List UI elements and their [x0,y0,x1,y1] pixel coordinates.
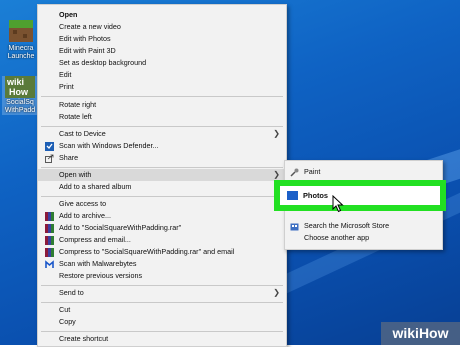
menu-item-edit-photos[interactable]: Edit with Photos [38,33,286,45]
winrar-books-icon [45,212,54,221]
menu-separator [41,302,283,303]
menu-item-add-shared-album[interactable]: Add to a shared album [38,181,286,193]
menu-item-create-video[interactable]: Create a new video [38,21,286,33]
menu-item-copy[interactable]: Copy [38,316,286,328]
submenu-item-label: Photos [303,191,329,200]
submenu-item-search-store[interactable]: Search the Microsoft Store [285,220,442,232]
menu-item-label: Cut [59,305,71,314]
malwarebytes-icon [45,260,54,268]
submenu-item-photos[interactable]: Photos [280,186,440,213]
menu-item-add-rar[interactable]: Add to "SocialSquareWithPadding.rar" [38,222,286,234]
menu-item-label: Add to archive... [59,211,111,220]
menu-item-label: Compress to "SocialSquareWithPadding.rar… [59,247,235,256]
menu-separator [41,196,283,197]
menu-item-label: Add to a shared album [59,182,132,191]
menu-item-share[interactable]: Share [38,152,286,164]
photos-app-icon [287,191,298,200]
microsoft-store-icon [290,222,299,231]
submenu-item-label: Paint [304,167,321,176]
context-menu: Open Create a new video Edit with Photos… [37,4,287,347]
watermark-text: wikiHow [392,325,449,341]
menu-item-create-shortcut[interactable]: Create shortcut [38,333,286,345]
menu-separator [41,331,283,332]
menu-item-label: Print [59,82,74,91]
socialsquare-label-line2: WithPadd [4,107,36,114]
menu-item-label: Edit with Photos [59,34,111,43]
socialsquare-label-line1: SocialSq [6,99,34,106]
minecraft-label-line2: Launche [7,53,35,60]
menu-item-label: Rotate left [59,112,92,121]
menu-item-open-with[interactable]: Open with ❯ [38,169,286,181]
winrar-books-icon [45,224,54,233]
wikihow-logo-text-2: How [9,87,28,97]
submenu-item-choose-app[interactable]: Choose another app [285,232,442,244]
wikihow-watermark: wikiHow [381,322,460,345]
menu-item-set-background[interactable]: Set as desktop background [38,57,286,69]
menu-item-cast-to-device[interactable]: Cast to Device ❯ [38,128,286,140]
mouse-cursor-icon [332,195,344,213]
menu-item-label: Copy [59,317,76,326]
menu-item-label: Open with [59,170,92,179]
menu-item-give-access[interactable]: Give access to ❯ [38,198,286,210]
menu-item-cut[interactable]: Cut [38,304,286,316]
menu-item-label: Add to "SocialSquareWithPadding.rar" [59,223,182,232]
menu-item-label: Edit with Paint 3D [59,46,116,55]
menu-item-label: Create shortcut [59,334,109,343]
menu-item-rotate-right[interactable]: Rotate right [38,99,286,111]
menu-separator [41,167,283,168]
winrar-books-icon [45,236,54,245]
menu-item-send-to[interactable]: Send to ❯ [38,287,286,299]
winrar-books-icon [45,248,54,257]
menu-item-edit-paint3d[interactable]: Edit with Paint 3D [38,45,286,57]
socialsquare-file-shortcut[interactable]: wiki How SocialSq WithPadd [2,76,38,115]
menu-item-rotate-left[interactable]: Rotate left [38,111,286,123]
menu-item-label: Send to [59,288,84,297]
menu-item-label: Restore previous versions [59,271,143,280]
menu-separator [41,126,283,127]
menu-item-label: Create a new video [59,22,121,31]
menu-item-label: Rotate right [59,100,97,109]
submenu-item-label: Search the Microsoft Store [304,221,390,230]
menu-item-print[interactable]: Print [38,81,286,93]
menu-separator [41,96,283,97]
wikihow-image-icon: wiki How [5,76,35,98]
menu-item-compress-email[interactable]: Compress and email... [38,234,286,246]
windows-defender-shield-icon [45,142,54,151]
menu-item-label: Open [59,10,78,19]
minecraft-label-line1: Minecra [8,45,34,52]
menu-item-label: Cast to Device [59,129,106,138]
menu-item-compress-rar-email[interactable]: Compress to "SocialSquareWithPadding.rar… [38,246,286,258]
menu-item-open[interactable]: Open [38,9,286,21]
minecraft-icon [7,18,35,44]
menu-item-label: Give access to [59,199,107,208]
wikihow-logo-text-1: wiki [7,77,25,87]
chevron-right-icon: ❯ [273,288,280,297]
menu-item-label: Edit [59,70,72,79]
menu-item-label: Share [59,153,79,162]
minecraft-launcher-shortcut[interactable]: Minecra Launche [3,18,39,61]
menu-item-add-archive[interactable]: Add to archive... [38,210,286,222]
menu-item-label: Scan with Windows Defender... [59,141,159,150]
menu-item-scan-malwarebytes[interactable]: Scan with Malwarebytes [38,258,286,270]
submenu-item-label: Choose another app [304,233,370,242]
menu-item-label: Scan with Malwarebytes [59,259,137,268]
menu-separator [41,285,283,286]
chevron-right-icon: ❯ [273,129,280,138]
menu-item-edit[interactable]: Edit [38,69,286,81]
menu-item-label: Set as desktop background [59,58,147,67]
menu-item-restore-versions[interactable]: Restore previous versions [38,270,286,282]
paint-brush-icon [290,168,299,177]
submenu-item-paint[interactable]: Paint [285,166,442,178]
share-icon [45,154,54,163]
menu-item-label: Compress and email... [59,235,131,244]
menu-item-scan-defender[interactable]: Scan with Windows Defender... [38,140,286,152]
